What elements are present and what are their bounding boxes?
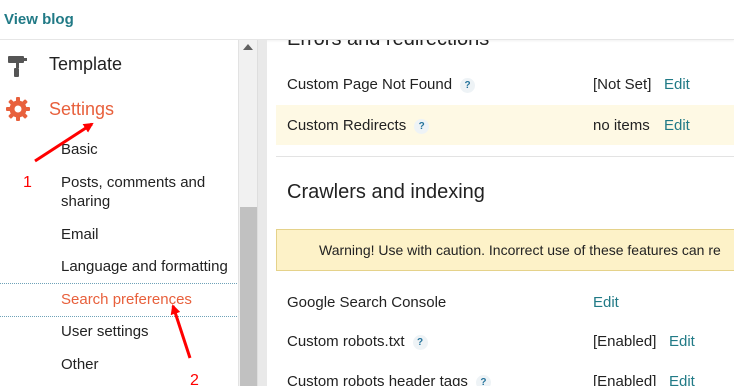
row-label: Google Search Console bbox=[287, 294, 447, 311]
help-icon[interactable]: ? bbox=[475, 375, 491, 386]
sidebar-subitem-search-preferences[interactable]: Search preferences bbox=[61, 290, 192, 309]
help-icon[interactable]: ? bbox=[414, 119, 430, 134]
edit-link[interactable]: Edit bbox=[669, 333, 695, 350]
row-label: Custom robots.txt bbox=[287, 333, 405, 350]
sidebar-item-settings[interactable]: Settings bbox=[0, 88, 238, 128]
row-value: [Not Set] bbox=[593, 76, 652, 93]
edit-link[interactable]: Edit bbox=[664, 76, 690, 93]
edit-link[interactable]: Edit bbox=[664, 117, 690, 134]
row-value: [Enabled] bbox=[593, 373, 657, 386]
sidebar-item-label: Settings bbox=[49, 99, 115, 119]
gear-icon bbox=[6, 97, 30, 121]
sidebar-item-template[interactable]: Template bbox=[0, 45, 238, 85]
sidebar-subitem-user-settings[interactable]: User settings bbox=[61, 322, 149, 341]
sidebar-subitem-basic[interactable]: Basic bbox=[61, 140, 98, 159]
panel-divider bbox=[257, 40, 267, 386]
sidebar-scrollbar[interactable] bbox=[238, 40, 258, 386]
row-custom-robots-header-tags: Custom robots header tags? [Enabled] Edi… bbox=[276, 361, 734, 386]
warning-text: Warning! Use with caution. Incorrect use… bbox=[319, 242, 721, 258]
row-label: Custom Redirects bbox=[287, 117, 407, 134]
settings-panel: Errors and redirections Custom Page Not … bbox=[267, 40, 734, 386]
edit-link[interactable]: Edit bbox=[669, 373, 695, 386]
warning-banner: Warning! Use with caution. Incorrect use… bbox=[276, 229, 734, 271]
section-title-errors: Errors and redirections bbox=[287, 40, 489, 51]
row-label: Custom Page Not Found bbox=[287, 76, 453, 93]
row-custom-redirects: Custom Redirects? no items Edit bbox=[276, 105, 734, 145]
sidebar-subitem-email[interactable]: Email bbox=[61, 225, 99, 244]
row-value: no items bbox=[593, 117, 650, 134]
row-custom-page-not-found: Custom Page Not Found? [Not Set] Edit bbox=[276, 64, 734, 104]
row-value: [Enabled] bbox=[593, 333, 657, 350]
sidebar-item-label: Template bbox=[49, 54, 123, 74]
row-custom-robots-txt: Custom robots.txt? [Enabled] Edit bbox=[276, 321, 734, 361]
section-divider bbox=[276, 156, 734, 157]
scrollbar-thumb[interactable] bbox=[240, 207, 257, 386]
top-bar: View blog bbox=[0, 0, 734, 40]
sidebar: Template Settings Basic Posts, comments … bbox=[0, 40, 238, 386]
scroll-up-arrow-icon[interactable] bbox=[243, 44, 253, 50]
help-icon[interactable]: ? bbox=[412, 335, 428, 350]
sidebar-subitem-language-formatting[interactable]: Language and formatting bbox=[61, 257, 228, 276]
sidebar-subitem-other[interactable]: Other bbox=[61, 355, 99, 374]
view-blog-link[interactable]: View blog bbox=[4, 11, 74, 28]
edit-link[interactable]: Edit bbox=[593, 294, 619, 311]
help-icon[interactable]: ? bbox=[460, 78, 476, 93]
sidebar-subitem-posts-comments-sharing[interactable]: Posts, comments and sharing bbox=[61, 173, 231, 211]
section-title-crawlers: Crawlers and indexing bbox=[287, 181, 485, 203]
row-google-search-console: Google Search Console Edit bbox=[276, 282, 734, 322]
paint-roller-icon bbox=[8, 56, 27, 77]
row-label: Custom robots header tags bbox=[287, 373, 468, 386]
